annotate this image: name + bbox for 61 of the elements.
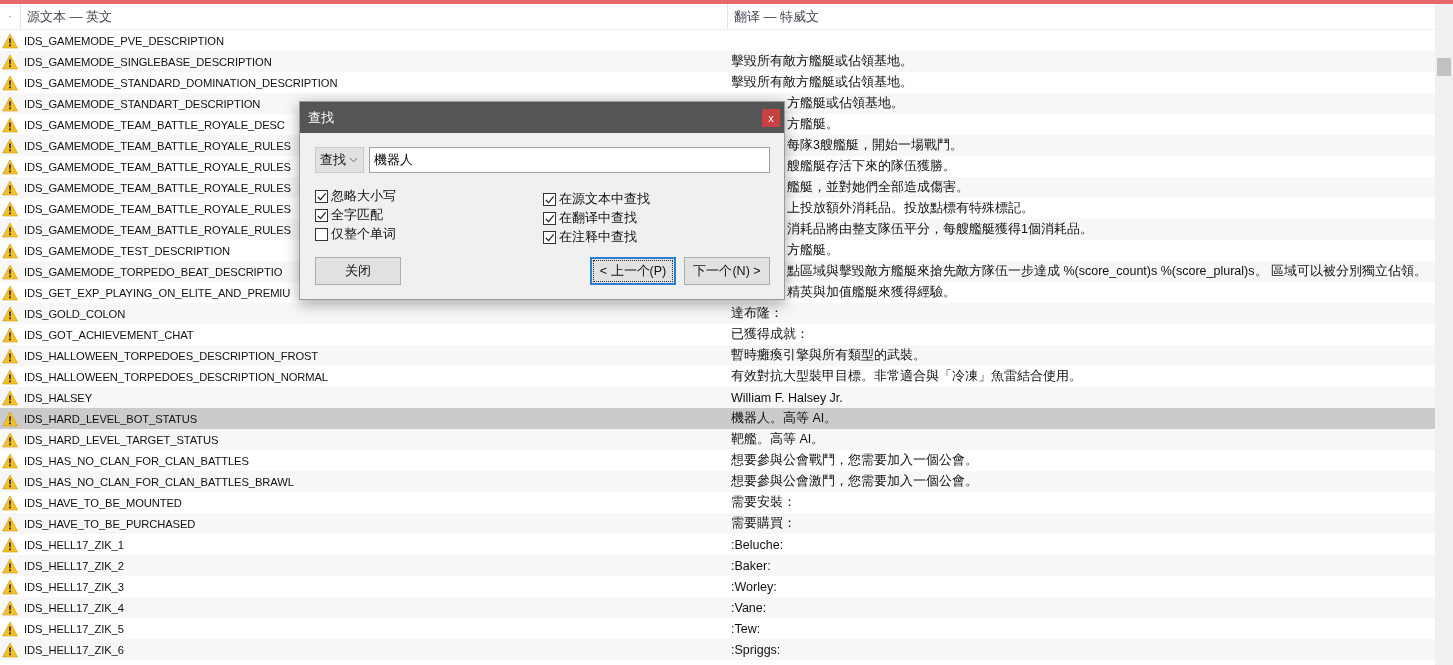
table-cell: 擊毀所有敵方艦艇或佔領基地。 — [731, 54, 913, 68]
table-cell: IDS_GAMEMODE_TEAM_BATTLE_ROYALE_RULES — [24, 181, 291, 194]
table-cell: 艦艇，並對她們全部造成傷害。 — [787, 180, 969, 194]
table-cell: IDS_HELL17_ZIK_3 — [24, 580, 124, 593]
table-cell: 需要購買： — [731, 516, 796, 530]
table-cell: 方艦艇或佔領基地。 — [787, 96, 904, 110]
table-cell: 方艦艇。 — [787, 117, 839, 131]
table-cell: 方艦艇。 — [787, 243, 839, 257]
table-cell: 有效對抗大型裝甲目標。非常適合與「冷凍」魚雷結合使用。 — [731, 369, 1082, 383]
table-cell: IDS_GAMEMODE_TEAM_BATTLE_ROYALE_DESC — [24, 118, 285, 131]
table-cell: IDS_HELL17_ZIK_5 — [24, 622, 124, 635]
table-cell: 艘艦艇存活下來的隊伍獲勝。 — [787, 159, 956, 173]
table-cell: 擊毀所有敵方艦艇或佔領基地。 — [731, 75, 913, 89]
dialog-title: 查找 — [308, 108, 335, 127]
table-cell: IDS_GAMEMODE_TEST_DESCRIPTION — [24, 244, 230, 257]
table-cell: :Spriggs: — [731, 642, 781, 657]
table-cell: IDS_HAVE_TO_BE_PURCHASED — [24, 517, 196, 530]
table-cell: 達布隆： — [731, 306, 783, 320]
table-cell: IDS_GOT_ACHIEVEMENT_CHAT — [24, 328, 194, 341]
table-cell: IDS_HELL17_ZIK_1 — [24, 538, 124, 551]
table-cell: IDS_GAMEMODE_STANDART_DESCRIPTION — [24, 97, 261, 110]
table-cell: 消耗品將由整支隊伍平分，每艘艦艇獲得1個消耗品。 — [787, 222, 1093, 236]
table-cell: 上投放額外消耗品。投放點標有特殊標記。 — [787, 201, 1034, 215]
table-cell: IDS_GAMEMODE_TEAM_BATTLE_ROYALE_RULES — [24, 223, 291, 236]
table-cell: IDS_GAMEMODE_TORPEDO_BEAT_DESCRIPTIO — [24, 265, 283, 278]
table-cell: IDS_HELL17_ZIK_2 — [24, 559, 124, 572]
table-cell: 需要安裝： — [731, 495, 796, 509]
table-cell: 精英與加值艦艇來獲得經驗。 — [787, 285, 956, 299]
table-cell: :Tew: — [731, 621, 761, 636]
table-cell: IDS_GAMEMODE_TEAM_BATTLE_ROYALE_RULES — [24, 139, 291, 152]
table-cell: IDS_HARD_LEVEL_BOT_STATUS — [24, 412, 198, 425]
table-cell: 暫時癱瘓引擎與所有類型的武裝。 — [731, 348, 926, 362]
table-cell: 每隊3艘艦艇，開始一場戰鬥。 — [787, 138, 963, 152]
table-cell: IDS_HALLOWEEN_TORPEDOES_DESCRIPTION_NORMAL — [24, 370, 328, 383]
table-cell: 想要參與公會激鬥，您需要加入一個公會。 — [731, 474, 978, 488]
table-cell: IDS_HARD_LEVEL_TARGET_STATUS — [24, 433, 219, 446]
table-cell: William F. Halsey Jr. — [731, 390, 843, 405]
table-cell: :Beluche: — [731, 537, 784, 552]
table-cell: 靶艦。高等 AI。 — [731, 432, 825, 446]
table-cell: IDS_HAS_NO_CLAN_FOR_CLAN_BATTLES_BRAWL — [24, 475, 294, 488]
table-cell: 已獲得成就： — [731, 327, 809, 341]
table-cell: IDS_GAMEMODE_SINGLEBASE_DESCRIPTION — [24, 55, 272, 68]
table-cell: IDS_HALLOWEEN_TORPEDOES_DESCRIPTION_FROST — [24, 349, 319, 362]
table-cell: 機器人。高等 AI。 — [731, 411, 838, 425]
table-cell: IDS_GAMEMODE_STANDARD_DOMINATION_DESCRIPTION — [24, 76, 338, 89]
table-cell: IDS_HALSEY — [24, 391, 93, 404]
table-cell: IDS_GET_EXP_PLAYING_ON_ELITE_AND_PREMIU — [24, 286, 291, 299]
table-cell: IDS_HELL17_ZIK_4 — [24, 601, 124, 614]
table-cell: IDS_GOLD_COLON — [24, 307, 126, 320]
table-cell: :Worley: — [731, 579, 777, 594]
table-cell: 想要參與公會戰鬥，您需要加入一個公會。 — [731, 453, 978, 467]
table-cell: 點區域與擊毀敵方艦艇來搶先敵方隊伍一步達成 %(score_count)s %(score_plural)s。 區域可以被分別獨立佔領。 — [787, 264, 1427, 278]
table-cell: :Baker: — [731, 558, 771, 573]
table-cell: IDS_HAS_NO_CLAN_FOR_CLAN_BATTLES — [24, 454, 249, 467]
column-marker: · — [7, 11, 13, 22]
table-cell: IDS_GAMEMODE_TEAM_BATTLE_ROYALE_RULES — [24, 160, 291, 173]
table-cell: IDS_GAMEMODE_TEAM_BATTLE_ROYALE_RULES — [24, 202, 291, 215]
table-cell: :Vane: — [731, 600, 767, 615]
table-cell: IDS_HAVE_TO_BE_MOUNTED — [24, 496, 182, 509]
table-cell: IDS_GAMEMODE_PVE_DESCRIPTION — [24, 34, 224, 47]
table-cell: IDS_HELL17_ZIK_6 — [24, 643, 124, 656]
